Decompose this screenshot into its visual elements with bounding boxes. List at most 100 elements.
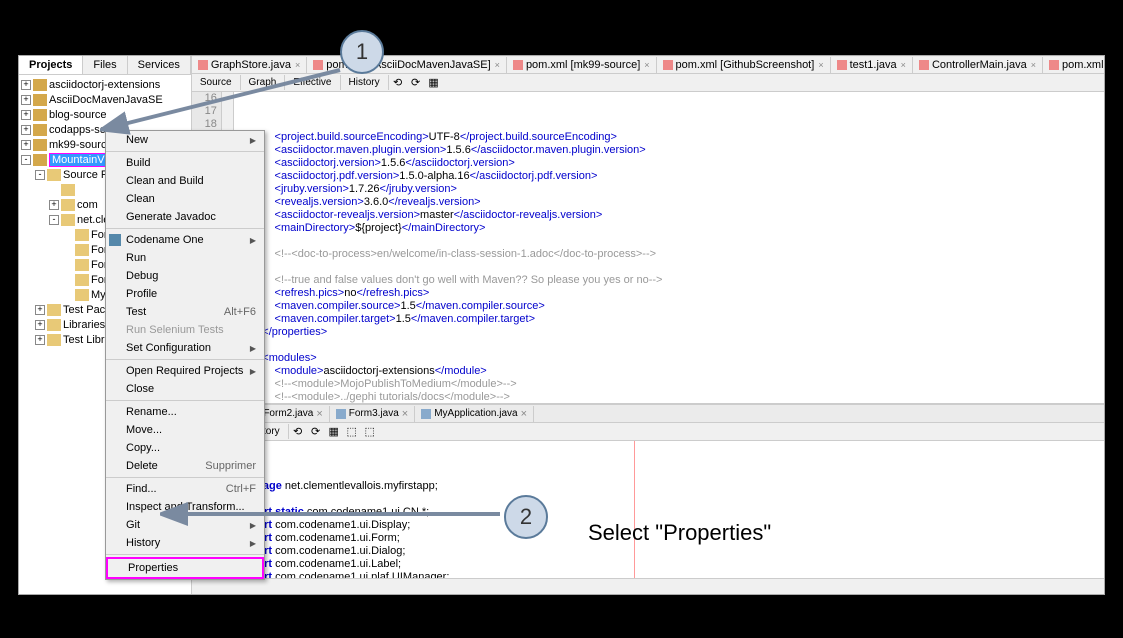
menu-item-generate-javadoc[interactable]: Generate Javadoc bbox=[106, 208, 264, 226]
close-icon[interactable]: × bbox=[644, 60, 649, 70]
folder-icon bbox=[33, 109, 47, 121]
expand-icon[interactable]: - bbox=[49, 215, 59, 225]
menu-item-open-required-projects[interactable]: Open Required Projects▶ bbox=[106, 362, 264, 380]
folder-icon bbox=[47, 334, 61, 346]
menu-item-history[interactable]: History▶ bbox=[106, 534, 264, 552]
toolbar-icon[interactable]: ⟳ bbox=[408, 76, 424, 90]
expand-icon[interactable]: + bbox=[21, 125, 31, 135]
close-icon[interactable]: × bbox=[295, 60, 300, 70]
tree-label: AsciiDocMavenJavaSE bbox=[49, 94, 163, 106]
folder-icon bbox=[75, 229, 89, 241]
folder-icon bbox=[61, 184, 75, 196]
menu-item-properties[interactable]: Properties bbox=[106, 557, 264, 579]
toolbar-icon[interactable]: ⟲ bbox=[390, 76, 406, 90]
tree-label: asciidoctorj-extensions bbox=[49, 79, 160, 91]
close-icon[interactable]: × bbox=[316, 408, 322, 420]
file-icon bbox=[837, 60, 847, 70]
expand-icon[interactable]: + bbox=[21, 80, 31, 90]
history-btn[interactable]: History bbox=[341, 75, 389, 90]
menu-item-delete[interactable]: DeleteSupprimer bbox=[106, 457, 264, 475]
editor-tab[interactable]: pom.xml [mk99-source]× bbox=[507, 57, 657, 73]
menu-item-build[interactable]: Build bbox=[106, 154, 264, 172]
expand-icon[interactable]: + bbox=[21, 110, 31, 120]
tab-projects[interactable]: Projects bbox=[19, 56, 83, 74]
menu-item-move-[interactable]: Move... bbox=[106, 421, 264, 439]
close-icon[interactable]: × bbox=[402, 408, 408, 420]
menu-item-set-configuration[interactable]: Set Configuration▶ bbox=[106, 339, 264, 357]
bottom-tab[interactable]: Form3.java × bbox=[330, 406, 415, 422]
menu-item-close[interactable]: Close bbox=[106, 380, 264, 398]
tab-services[interactable]: Services bbox=[128, 56, 191, 74]
folder-icon bbox=[61, 199, 75, 211]
main-panel: GraphStore.java×pom.xml [AsciiDocMavenJa… bbox=[192, 56, 1104, 594]
annotation-2: 2 bbox=[504, 495, 548, 539]
tab-files[interactable]: Files bbox=[83, 56, 127, 74]
xml-editor[interactable]: 1617181920212223242526272829303132333435… bbox=[192, 92, 1104, 403]
close-icon[interactable]: × bbox=[1031, 60, 1036, 70]
expand-icon[interactable]: - bbox=[35, 170, 45, 180]
close-icon[interactable]: × bbox=[901, 60, 906, 70]
editor-tab[interactable]: ControllerMain.java× bbox=[913, 57, 1043, 73]
tree-item[interactable]: + asciidoctorj-extensions bbox=[21, 77, 189, 92]
menu-item-run-selenium-tests: Run Selenium Tests bbox=[106, 321, 264, 339]
expand-icon[interactable]: + bbox=[35, 305, 45, 315]
expand-icon[interactable]: + bbox=[49, 200, 59, 210]
editor-toolbar: Source Graph Effective History ⟲ ⟳ ▦ bbox=[192, 74, 1104, 92]
menu-item-rename-[interactable]: Rename... bbox=[106, 403, 264, 421]
tree-label: blog-source bbox=[49, 109, 106, 121]
expand-icon[interactable]: + bbox=[21, 140, 31, 150]
menu-item-inspect-and-transform-[interactable]: Inspect and Transform... bbox=[106, 498, 264, 516]
file-icon bbox=[513, 60, 523, 70]
tree-item[interactable]: + blog-source bbox=[21, 107, 189, 122]
folder-icon bbox=[75, 244, 89, 256]
file-icon bbox=[663, 60, 673, 70]
close-icon[interactable]: × bbox=[521, 408, 527, 420]
folder-icon bbox=[47, 319, 61, 331]
folder-icon bbox=[33, 124, 47, 136]
graph-btn[interactable]: Graph bbox=[241, 75, 286, 90]
editor-tab[interactable]: test1.java× bbox=[831, 57, 913, 73]
menu-item-new[interactable]: New▶ bbox=[106, 131, 264, 149]
tree-label: Libraries bbox=[63, 319, 105, 331]
menu-item-clean-and-build[interactable]: Clean and Build bbox=[106, 172, 264, 190]
menu-item-test[interactable]: TestAlt+F6 bbox=[106, 303, 264, 321]
editor-tab[interactable]: pom.xml [AsciiDocMavenJavaSE]× bbox=[307, 57, 507, 73]
toolbar-icon[interactable]: ⟲ bbox=[290, 425, 306, 439]
toolbar-icon[interactable]: ▦ bbox=[326, 425, 342, 439]
menu-item-run[interactable]: Run bbox=[106, 249, 264, 267]
java-editor[interactable]: 1234567891011121314 package net.clementl… bbox=[192, 441, 1104, 578]
menu-item-codename-one[interactable]: Codename One▶ bbox=[106, 231, 264, 249]
close-icon[interactable]: × bbox=[495, 60, 500, 70]
editor-tabs: GraphStore.java×pom.xml [AsciiDocMavenJa… bbox=[192, 56, 1104, 74]
folder-icon bbox=[33, 139, 47, 151]
toolbar-icon[interactable]: ⬚ bbox=[344, 425, 360, 439]
expand-icon[interactable]: + bbox=[35, 335, 45, 345]
tree-item[interactable]: + AsciiDocMavenJavaSE bbox=[21, 92, 189, 107]
menu-icon bbox=[109, 234, 121, 246]
bottom-tabs: Output ×Form2.java ×Form3.java ×MyApplic… bbox=[192, 405, 1104, 423]
expand-icon[interactable]: - bbox=[21, 155, 31, 165]
expand-icon[interactable]: + bbox=[21, 95, 31, 105]
menu-item-profile[interactable]: Profile bbox=[106, 285, 264, 303]
close-icon[interactable]: × bbox=[818, 60, 823, 70]
expand-icon[interactable]: + bbox=[35, 320, 45, 330]
menu-item-debug[interactable]: Debug bbox=[106, 267, 264, 285]
menu-item-git[interactable]: Git▶ bbox=[106, 516, 264, 534]
menu-item-find-[interactable]: Find...Ctrl+F bbox=[106, 480, 264, 498]
menu-item-copy-[interactable]: Copy... bbox=[106, 439, 264, 457]
editor-tab[interactable]: pom.xml [GithubScreenshot]× bbox=[657, 57, 831, 73]
tree-label: com bbox=[77, 199, 98, 211]
bottom-tab[interactable]: MyApplication.java × bbox=[415, 406, 534, 422]
toolbar-icon[interactable]: ⬚ bbox=[362, 425, 378, 439]
bottom-panel: Output ×Form2.java ×Form3.java ×MyApplic… bbox=[192, 403, 1104, 578]
annotation-1: 1 bbox=[340, 30, 384, 74]
effective-btn[interactable]: Effective bbox=[285, 75, 340, 90]
toolbar-icon[interactable]: ▦ bbox=[426, 76, 442, 90]
folder-icon bbox=[47, 304, 61, 316]
folder-icon bbox=[75, 274, 89, 286]
source-btn[interactable]: Source bbox=[192, 75, 241, 90]
toolbar-icon[interactable]: ⟳ bbox=[308, 425, 324, 439]
editor-tab[interactable]: GraphStore.java× bbox=[192, 57, 307, 73]
editor-tab[interactable]: pom.xml [GithubScreenshotJavaSE]× bbox=[1043, 57, 1104, 73]
menu-item-clean[interactable]: Clean bbox=[106, 190, 264, 208]
